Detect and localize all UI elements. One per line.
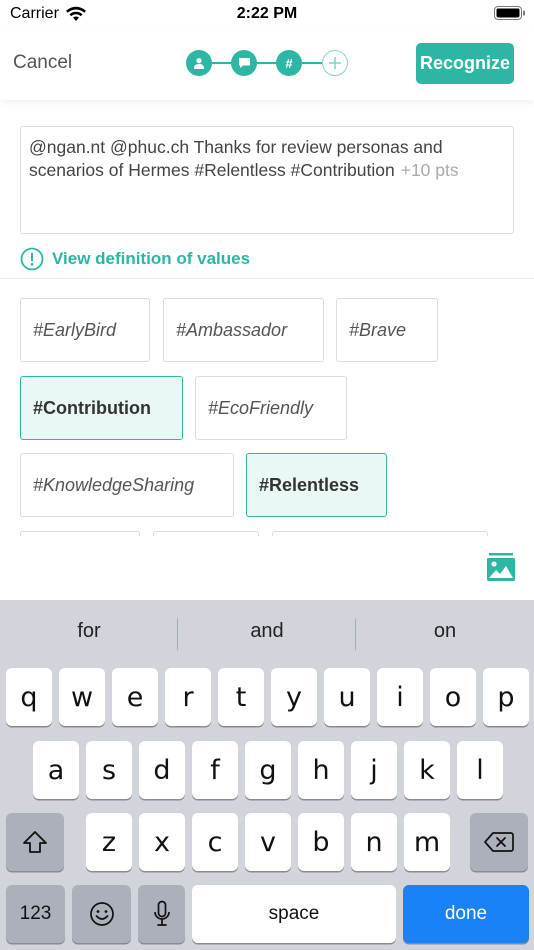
step-recipients[interactable] (186, 50, 212, 76)
comment-icon (238, 58, 250, 68)
key-q[interactable]: q (6, 668, 52, 726)
key-y[interactable]: y (271, 668, 317, 726)
hash-icon: # (285, 55, 293, 71)
emoji-icon (89, 902, 114, 926)
key-m[interactable]: m (404, 813, 450, 871)
recognize-button[interactable]: Recognize (416, 43, 514, 84)
key-l[interactable]: l (457, 741, 503, 799)
info-icon (20, 247, 44, 271)
key-d[interactable]: d (139, 741, 185, 799)
image-attach-icon[interactable] (486, 552, 516, 582)
key-n[interactable]: n (351, 813, 397, 871)
step-values[interactable]: # (276, 50, 302, 76)
recognition-screen: Carrier 2:22 PM Cancel # Recognize @ngan… (0, 0, 534, 950)
key-g[interactable]: g (245, 741, 291, 799)
key-p[interactable]: p (483, 668, 529, 726)
shift-key[interactable] (6, 813, 64, 871)
dictation-key[interactable] (138, 885, 185, 943)
definition-link-label: View definition of values (52, 249, 251, 268)
value-chip-relentless[interactable]: #Relentless (246, 453, 387, 517)
key-a[interactable]: a (33, 741, 79, 799)
points-label: +10 pts (400, 160, 459, 180)
microphone-icon (153, 900, 170, 926)
numbers-key[interactable]: 123 (6, 885, 65, 943)
done-key[interactable]: done (403, 885, 529, 943)
attachment-bar (0, 536, 534, 600)
key-i[interactable]: i (377, 668, 423, 726)
suggestion-and[interactable]: and (178, 620, 356, 643)
value-chip-ecofriendly[interactable]: #EcoFriendly (195, 376, 347, 440)
value-chip-knowledgesharing[interactable]: #KnowledgeSharing (20, 453, 234, 517)
key-u[interactable]: u (324, 668, 370, 726)
key-j[interactable]: j (351, 741, 397, 799)
divider (0, 278, 534, 279)
key-s[interactable]: s (86, 741, 132, 799)
key-z[interactable]: z (86, 813, 132, 871)
key-h[interactable]: h (298, 741, 344, 799)
cancel-button[interactable]: Cancel (13, 52, 72, 74)
person-icon (194, 58, 204, 69)
key-c[interactable]: c (192, 813, 238, 871)
key-v[interactable]: v (245, 813, 291, 871)
compose-header: Cancel # Recognize (0, 30, 534, 100)
key-t[interactable]: t (218, 668, 264, 726)
keyboard-suggestions: for and on (0, 600, 534, 666)
plus-icon (329, 57, 341, 69)
step-add[interactable] (322, 50, 348, 76)
key-f[interactable]: f (192, 741, 238, 799)
step-message[interactable] (231, 50, 257, 76)
key-k[interactable]: k (404, 741, 450, 799)
key-x[interactable]: x (139, 813, 185, 871)
view-definition-link[interactable]: View definition of values (20, 247, 250, 271)
step-connector (302, 62, 322, 64)
status-time: 2:22 PM (236, 5, 298, 22)
value-chip-brave[interactable]: #Brave (336, 298, 438, 362)
key-e[interactable]: e (112, 668, 158, 726)
step-connector (257, 62, 276, 64)
backspace-icon (484, 832, 514, 852)
status-bar: Carrier 2:22 PM (0, 0, 534, 30)
backspace-key[interactable] (470, 813, 528, 871)
emoji-key[interactable] (72, 885, 131, 943)
key-r[interactable]: r (165, 668, 211, 726)
suggestion-for[interactable]: for (0, 620, 178, 643)
value-chip-contribution[interactable]: #Contribution (20, 376, 183, 440)
suggestion-on[interactable]: on (356, 620, 534, 643)
value-chip-ambassador[interactable]: #Ambassador (163, 298, 324, 362)
key-o[interactable]: o (430, 668, 476, 726)
value-chip-earlybird[interactable]: #EarlyBird (20, 298, 150, 362)
key-b[interactable]: b (298, 813, 344, 871)
message-input[interactable]: @ngan.nt @phuc.ch Thanks for review pers… (20, 126, 514, 234)
key-w[interactable]: w (59, 668, 105, 726)
space-key[interactable]: space (192, 885, 396, 943)
compose-stepper: # (186, 50, 348, 76)
message-text: @ngan.nt @phuc.ch Thanks for review pers… (29, 137, 443, 180)
step-connector (212, 62, 231, 64)
battery-icon (494, 6, 525, 20)
onscreen-keyboard: for and on q w e r t y u i o p a s d f g… (0, 600, 534, 950)
shift-icon (23, 831, 47, 853)
